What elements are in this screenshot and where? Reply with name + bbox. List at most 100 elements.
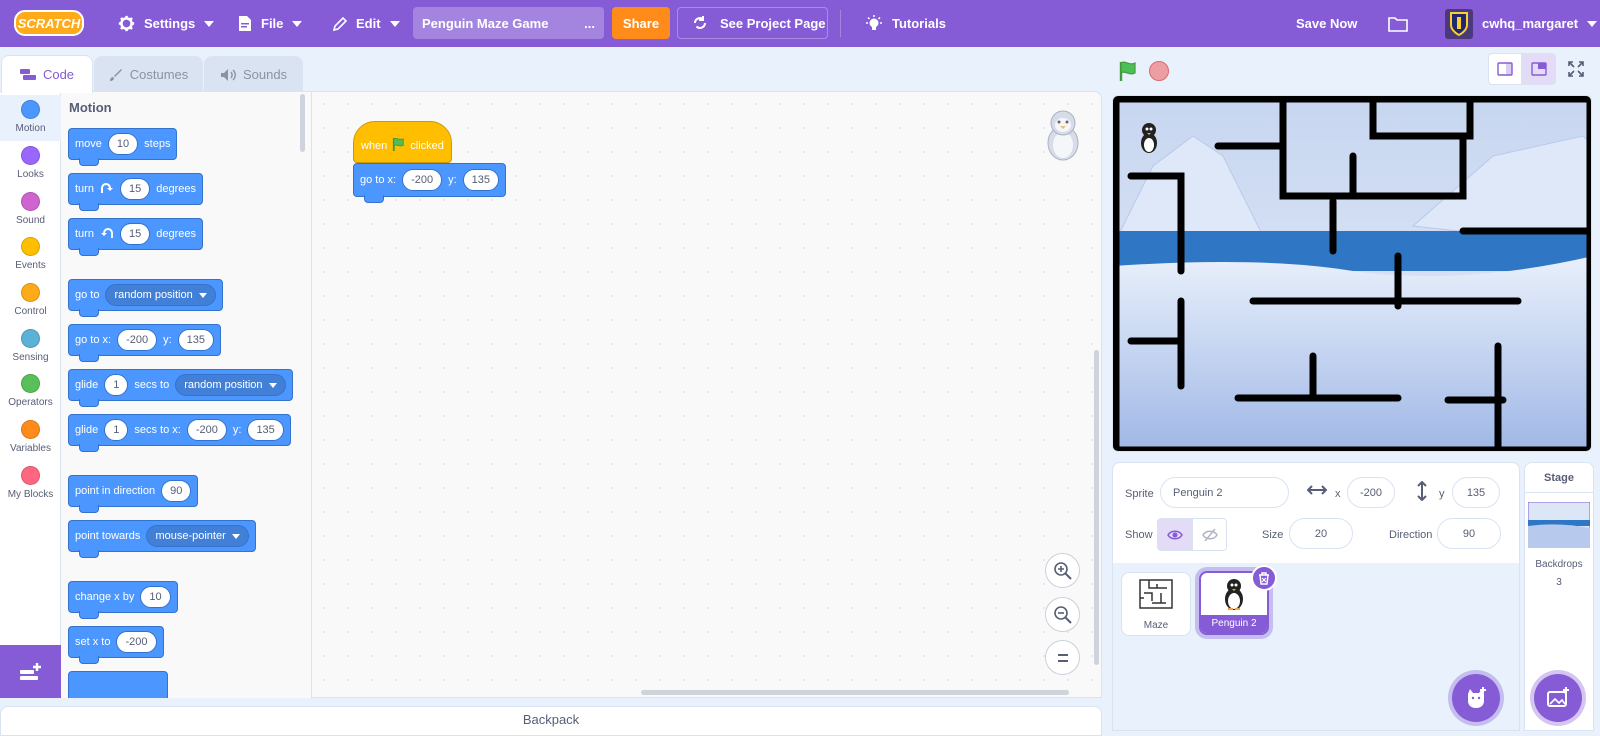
block-partial[interactable] — [68, 671, 168, 698]
fullscreen-button[interactable] — [1559, 53, 1593, 85]
block-input[interactable]: 1 — [104, 374, 129, 396]
green-flag-button[interactable] — [1117, 60, 1139, 82]
block-go-to[interactable]: go to random position — [68, 279, 223, 317]
direction-input[interactable]: 90 — [1437, 518, 1501, 549]
backpack[interactable]: Backpack — [0, 706, 1102, 736]
category-label: Control — [14, 306, 47, 317]
block-dropdown[interactable]: random position — [175, 374, 286, 396]
block-input[interactable]: -200 — [402, 169, 443, 191]
choose-sprite-button[interactable] — [1452, 674, 1500, 722]
palette-scrollbar[interactable] — [300, 94, 305, 152]
sprite-thumb-maze[interactable]: Maze — [1121, 572, 1191, 636]
block-text: secs to x: — [134, 424, 181, 436]
zoom-out-button[interactable] — [1045, 597, 1080, 632]
stop-button[interactable] — [1149, 61, 1169, 81]
see-project-page-button[interactable]: See Project Page — [677, 7, 828, 39]
block-move-steps[interactable]: move 10 steps — [68, 128, 178, 166]
penguin-sprite-on-stage[interactable] — [1141, 123, 1157, 153]
block-input[interactable]: 1 — [104, 419, 129, 441]
backdrop-thumbnail — [1527, 501, 1591, 549]
category-events[interactable]: Events — [0, 232, 61, 278]
block-input[interactable]: 135 — [177, 329, 215, 351]
large-stage-button[interactable] — [1522, 53, 1556, 85]
account-menu[interactable]: cwhq_margaret — [1445, 0, 1598, 47]
settings-menu[interactable]: Settings — [118, 0, 215, 47]
block-text: y: — [232, 424, 242, 436]
block-input[interactable]: 10 — [107, 133, 139, 155]
y-input[interactable]: 135 — [1452, 477, 1500, 508]
edit-menu[interactable]: Edit — [332, 0, 400, 47]
dropdown-value: random position — [114, 289, 193, 301]
tab-sounds[interactable]: Sounds — [204, 56, 303, 92]
zoom-in-icon — [1053, 561, 1072, 580]
script-scrollbar-vertical[interactable] — [1094, 350, 1099, 665]
block-glide-to[interactable]: glide 1 secs to random position — [68, 369, 293, 407]
block-input[interactable]: 15 — [119, 223, 151, 245]
block-dropdown[interactable]: random position — [105, 284, 216, 306]
block-text: glide — [75, 379, 99, 391]
category-my-blocks[interactable]: My Blocks — [0, 461, 61, 507]
block-text: go to — [75, 289, 100, 301]
script-scrollbar-horizontal[interactable] — [641, 690, 1069, 695]
category-control[interactable]: Control — [0, 278, 61, 324]
tutorials-menu[interactable]: Tutorials — [865, 0, 946, 47]
choose-backdrop-button[interactable] — [1534, 674, 1582, 722]
category-sensing[interactable]: Sensing — [0, 324, 61, 370]
block-turn-left[interactable]: turn 15 degrees — [68, 218, 203, 256]
size-input[interactable]: 20 — [1289, 518, 1353, 549]
file-menu[interactable]: File — [237, 0, 303, 47]
delete-sprite-button[interactable] — [1251, 565, 1277, 591]
share-button[interactable]: Share — [612, 7, 670, 39]
block-input[interactable]: -200 — [117, 329, 158, 351]
tab-code-label: Code — [42, 67, 75, 82]
add-backdrop-icon — [1547, 687, 1569, 707]
block-input[interactable]: 135 — [462, 169, 500, 191]
add-extension-icon — [19, 662, 41, 680]
category-label: Variables — [10, 443, 51, 454]
tab-code[interactable]: Code — [1, 55, 93, 93]
category-motion[interactable]: Motion — [0, 95, 61, 141]
block-text: steps — [144, 138, 171, 150]
scratch-logo[interactable]: SCRATCH — [14, 10, 84, 36]
y-label: y — [1439, 488, 1445, 500]
category-variables[interactable]: Variables — [0, 415, 61, 461]
category-operators[interactable]: Operators — [0, 369, 61, 415]
add-extension-button[interactable] — [0, 645, 61, 698]
block-input[interactable]: -200 — [186, 419, 227, 441]
block-input[interactable]: 90 — [161, 480, 192, 502]
category-looks[interactable]: Looks — [0, 141, 61, 187]
show-sprite-button[interactable] — [1157, 518, 1192, 551]
block-dropdown[interactable]: mouse-pointer — [146, 525, 249, 547]
username-label: cwhq_margaret — [1482, 16, 1579, 31]
lightbulb-icon — [866, 14, 882, 30]
stage[interactable] — [1112, 95, 1592, 452]
project-title-input[interactable]: Penguin Maze Game ... — [413, 7, 604, 39]
tab-costumes[interactable]: Costumes — [94, 56, 203, 92]
my-stuff-button[interactable] — [1388, 0, 1408, 47]
block-go-to-xy[interactable]: go to x: -200 y: 135 — [68, 324, 222, 362]
block-change-x[interactable]: change x by 10 — [68, 581, 178, 619]
menu-bar: SCRATCH Settings File Edit Penguin Maze … — [0, 0, 1600, 47]
block-input[interactable]: 135 — [247, 419, 284, 441]
dropdown-value: mouse-pointer — [155, 530, 226, 542]
block-turn-right[interactable]: turn 15 degrees — [68, 173, 203, 211]
small-stage-button[interactable] — [1488, 53, 1522, 85]
when-flag-clicked-block[interactable]: when clicked — [353, 121, 452, 163]
zoom-in-button[interactable] — [1045, 553, 1080, 588]
hide-sprite-button[interactable] — [1192, 518, 1227, 551]
block-input[interactable]: 10 — [140, 586, 171, 608]
block-input[interactable]: -200 — [116, 631, 157, 653]
block-point-towards[interactable]: point towards mouse-pointer — [68, 520, 256, 558]
script-go-to-xy-block[interactable]: go to x: -200 y: 135 — [353, 163, 507, 203]
zoom-reset-button[interactable] — [1045, 640, 1080, 675]
block-glide-to-xy[interactable]: glide 1 secs to x: -200 y: 135 — [68, 414, 291, 452]
category-sound[interactable]: Sound — [0, 187, 61, 233]
block-input[interactable]: 15 — [119, 178, 151, 200]
save-now-button[interactable]: Save Now — [1296, 0, 1357, 47]
sprite-name-input[interactable]: Penguin 2 — [1160, 477, 1289, 508]
block-set-x[interactable]: set x to -200 — [68, 626, 164, 664]
brush-icon — [109, 68, 122, 81]
x-input[interactable]: -200 — [1347, 477, 1395, 508]
category-dot — [21, 100, 40, 119]
block-point-in-direction[interactable]: point in direction 90 — [68, 475, 199, 513]
